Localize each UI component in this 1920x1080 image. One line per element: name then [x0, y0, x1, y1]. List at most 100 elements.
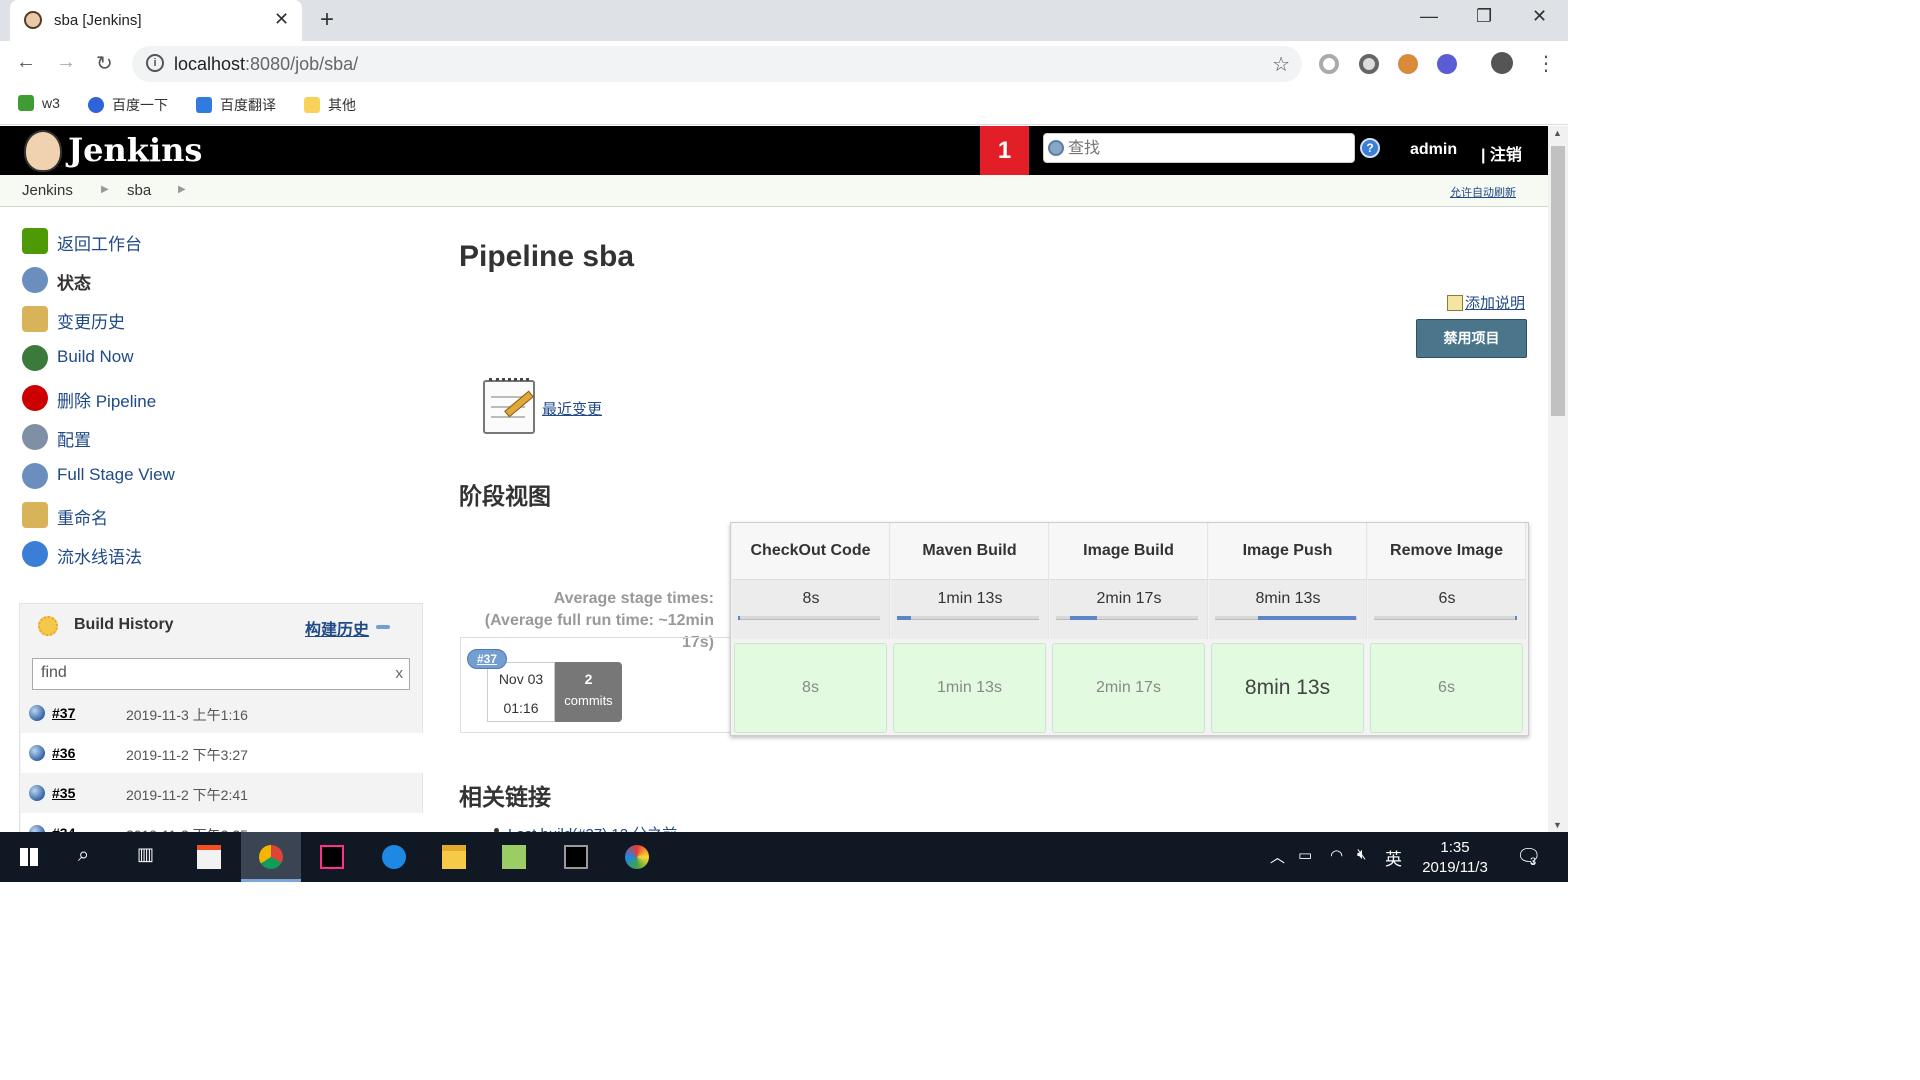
windows-taskbar: ⌕ ▥ ︿ ▭ ◠ 🔇︎ 英 1:35 2019/11/3 🗨︎ 3 — [0, 832, 1568, 882]
taskbar-store[interactable] — [179, 832, 239, 882]
auto-refresh-link[interactable]: 允许自动刷新 — [1450, 184, 1516, 200]
back-icon[interactable]: ← — [16, 51, 36, 74]
page-scrollbar[interactable]: ▲ ▼ — [1548, 126, 1568, 832]
taskbar-intellij[interactable] — [302, 832, 362, 882]
taskbar-cmd[interactable] — [546, 832, 606, 882]
bookmark-baidu-translate[interactable]: 百度翻译 — [196, 95, 276, 115]
wifi-icon[interactable]: ◠ — [1330, 846, 1343, 864]
action-center-icon[interactable]: 🗨︎ — [1516, 844, 1541, 869]
site-info-icon[interactable]: i — [146, 54, 164, 72]
forward-icon[interactable]: → — [56, 51, 76, 74]
bookmark-star-icon[interactable]: ☆ — [1272, 52, 1290, 77]
run-date-box[interactable]: Nov 03 01:16 — [487, 662, 555, 722]
clear-search-icon[interactable]: x — [396, 665, 404, 682]
build-number-link[interactable]: #36 — [52, 745, 75, 761]
breadcrumb-sba[interactable]: sba — [127, 182, 151, 199]
build-date-link[interactable]: 2019-11-2 下午2:41 — [126, 785, 248, 805]
notepad-icon — [22, 306, 48, 332]
build-date-link[interactable]: 2019-11-2 下午3:27 — [126, 745, 248, 765]
bookmark-w3[interactable]: w3 — [18, 95, 60, 111]
user-link[interactable]: admin — [1410, 141, 1457, 159]
battery-icon[interactable]: ▭ — [1298, 846, 1312, 864]
build-search-input[interactable] — [41, 664, 381, 682]
extension-fox-icon[interactable] — [1398, 54, 1418, 74]
build-status-ball-icon[interactable] — [29, 785, 45, 801]
scrollbar-thumb[interactable] — [1551, 146, 1565, 416]
volume-icon[interactable]: 🔇︎ — [1357, 846, 1366, 863]
extension-ring-icon[interactable] — [1359, 54, 1379, 74]
add-description-link[interactable]: 添加说明 — [1447, 292, 1525, 313]
stage-result-cell[interactable]: 1min 13s — [893, 643, 1046, 733]
disable-project-button[interactable]: 禁用项目 — [1416, 319, 1527, 358]
taskbar-notepad[interactable] — [484, 832, 544, 882]
stage-header: Image Push — [1209, 523, 1367, 579]
stage-result-cell[interactable]: 2min 17s — [1052, 643, 1205, 733]
tray-chevron-icon[interactable]: ︿ — [1270, 846, 1285, 867]
build-status-ball-icon[interactable] — [29, 705, 45, 721]
task-view-button[interactable]: ▥ — [117, 832, 177, 882]
notification-badge[interactable]: 1 — [980, 126, 1029, 175]
build-search-field[interactable]: x — [32, 658, 410, 690]
run-commits-box[interactable]: 2 commits — [555, 662, 622, 722]
paint-palette-icon — [625, 845, 649, 869]
folder-icon — [304, 97, 320, 113]
stage-average-bar-fill — [897, 616, 911, 620]
taskbar-paint[interactable] — [607, 832, 667, 882]
window-close-icon[interactable]: ✕ — [1532, 6, 1547, 27]
tab-title: sba [Jenkins] — [54, 12, 142, 29]
bookmark-folder-other[interactable]: 其他 — [304, 95, 356, 115]
help-icon[interactable]: ? — [1360, 138, 1380, 158]
scroll-up-icon[interactable]: ▲ — [1553, 128, 1562, 138]
build-status-ball-icon[interactable] — [29, 745, 45, 761]
build-date-link[interactable]: 2019-11-3 上午1:16 — [126, 705, 248, 725]
taskbar-explorer[interactable] — [424, 832, 484, 882]
profile-avatar-icon[interactable] — [1491, 52, 1513, 74]
breadcrumb-arrow-icon[interactable]: ▶ — [101, 184, 109, 195]
bookmark-baidu[interactable]: 百度一下 — [88, 95, 168, 115]
taskbar-chrome[interactable] — [241, 832, 301, 882]
taskbar-clock[interactable]: 1:35 2019/11/3 — [1415, 838, 1495, 878]
logout-link[interactable]: | 注销 — [1481, 141, 1522, 165]
browser-menu-icon[interactable]: ⋮ — [1536, 51, 1556, 76]
breadcrumb-arrow-icon[interactable]: ▶ — [178, 184, 186, 195]
jenkins-butler-icon[interactable] — [24, 130, 62, 172]
jenkins-favicon-icon — [24, 11, 42, 29]
help-icon — [22, 541, 48, 567]
build-number-link[interactable]: #35 — [52, 785, 75, 801]
start-button[interactable] — [0, 832, 60, 882]
build-trend-link[interactable]: 构建历史 — [305, 616, 369, 640]
url-input[interactable]: i localhost:8080/job/sba/ ☆ — [132, 46, 1302, 82]
stage-result-cell[interactable]: 8min 13s — [1211, 643, 1364, 733]
search-box[interactable] — [1043, 133, 1355, 163]
scroll-down-icon[interactable]: ▼ — [1553, 820, 1562, 830]
search-input[interactable] — [1068, 138, 1348, 160]
breadcrumb: Jenkins ▶ sba ▶ 允许自动刷新 — [0, 175, 1548, 207]
search-icon: ⌕ — [78, 844, 90, 866]
taskbar-search-button[interactable]: ⌕ — [58, 832, 118, 882]
stage-result-cell[interactable]: 8s — [734, 643, 887, 733]
build-history-widget: Build History 构建历史 x #37 2019-11-3 上午1:16… — [19, 603, 423, 853]
tab-close-icon[interactable]: ✕ — [274, 9, 289, 30]
collapse-icon[interactable] — [376, 625, 390, 629]
breadcrumb-jenkins[interactable]: Jenkins — [22, 182, 73, 199]
ime-indicator[interactable]: 英 — [1385, 845, 1402, 870]
task-label: 流水线语法 — [57, 548, 142, 567]
action-center-count: 3 — [1530, 856, 1537, 868]
recent-changes-link[interactable]: 最近变更 — [542, 398, 602, 419]
taskbar-edge[interactable] — [364, 832, 424, 882]
windows-logo-icon — [20, 848, 38, 866]
stage-result-cell[interactable]: 6s — [1370, 643, 1523, 733]
build-number-link[interactable]: #37 — [52, 705, 75, 721]
terminal-icon — [564, 845, 588, 869]
minimize-icon[interactable]: — — [1420, 6, 1438, 27]
jenkins-logo-text[interactable]: Jenkins — [68, 131, 202, 169]
stage-average-time: 8min 13s — [1255, 590, 1321, 607]
reload-icon[interactable]: ↻ — [96, 51, 113, 76]
run-number-badge[interactable]: #37 — [467, 649, 507, 669]
extension-circle-icon[interactable] — [1319, 54, 1339, 74]
extension-check-icon[interactable] — [1437, 54, 1457, 74]
browser-tab[interactable]: sba [Jenkins] ✕ — [10, 0, 302, 41]
task-label: 删除 Pipeline — [57, 392, 157, 411]
new-tab-icon[interactable]: + — [320, 6, 334, 34]
restore-icon[interactable]: ❐ — [1476, 6, 1492, 27]
